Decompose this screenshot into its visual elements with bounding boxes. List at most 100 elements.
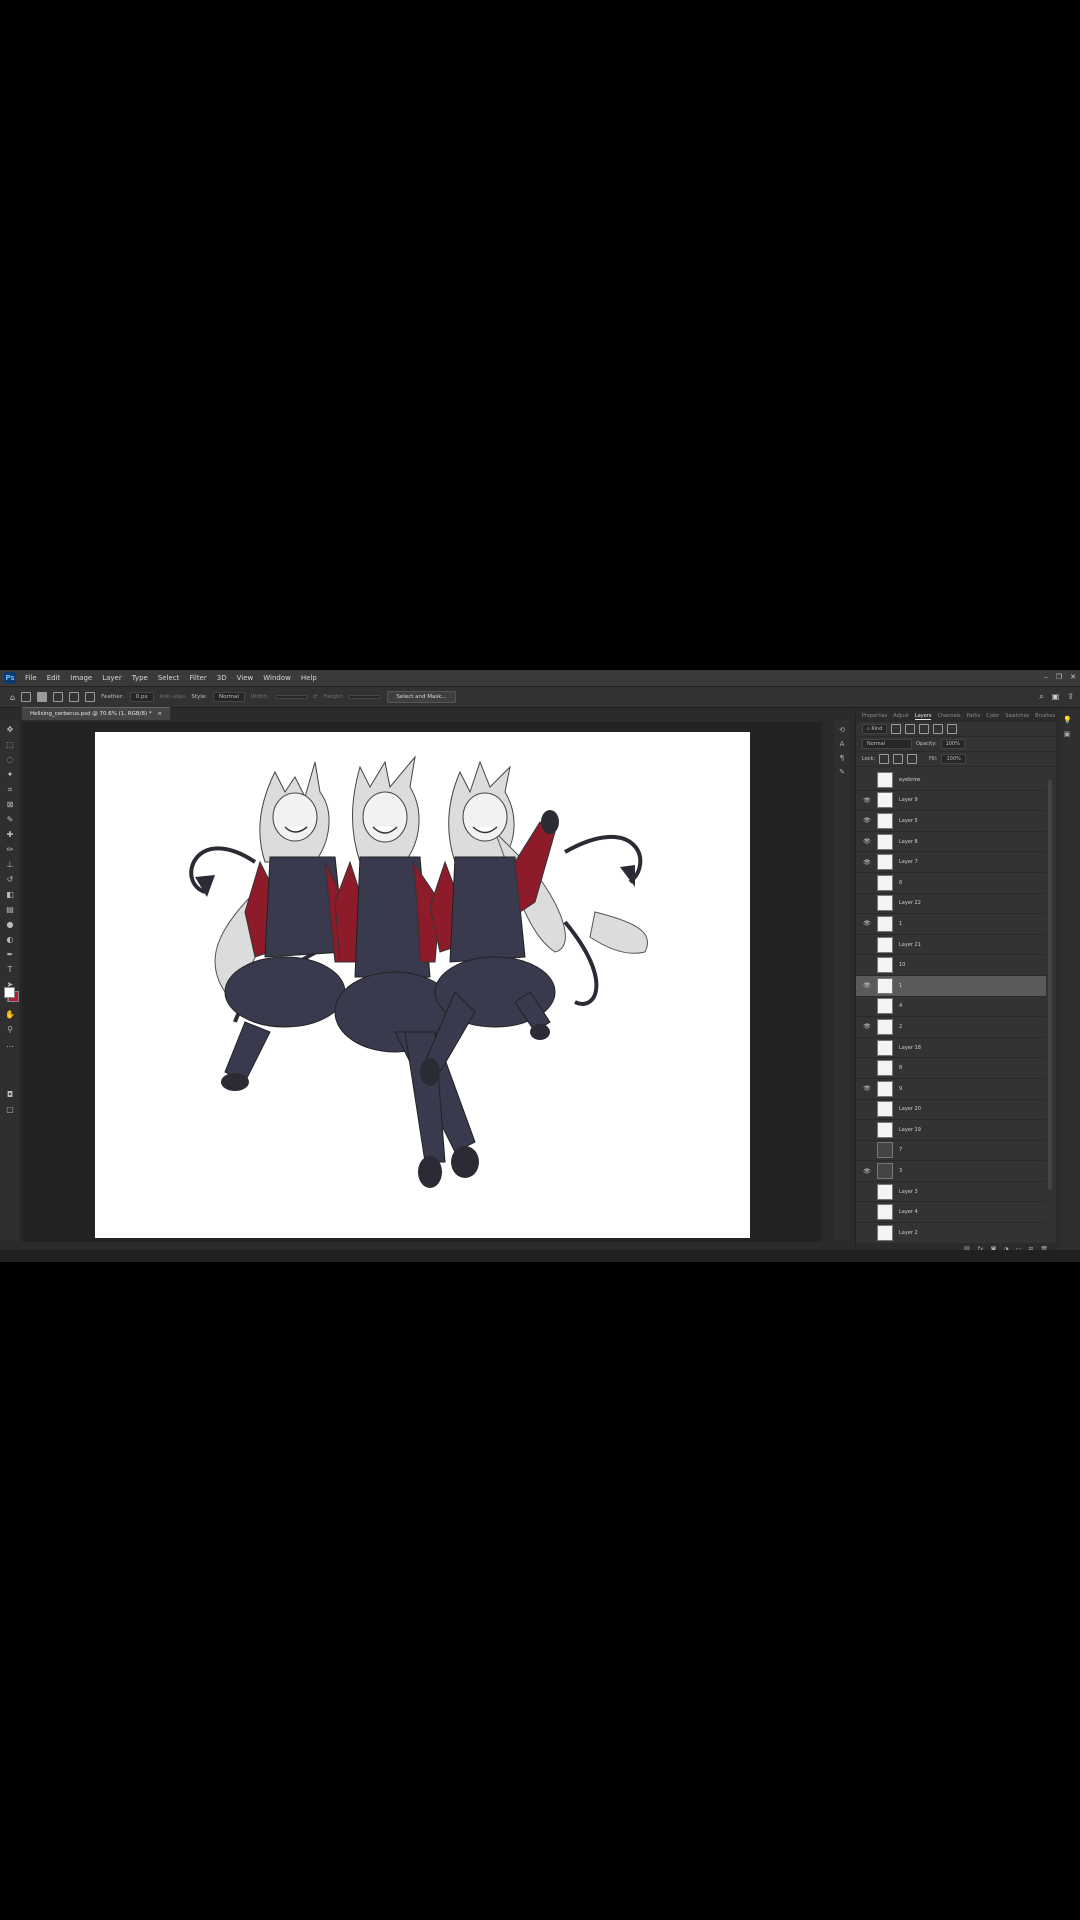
document-canvas[interactable] [95,732,750,1238]
menu-select[interactable]: Select [153,674,185,682]
intersect-selection-icon[interactable] [85,692,96,702]
type-tool-icon[interactable]: T [5,965,15,975]
select-and-mask-button[interactable]: Select and Mask... [387,691,456,703]
brush-settings-icon[interactable]: ✎ [838,768,846,776]
history-panel-icon[interactable]: ⟲ [838,726,846,734]
lock-all-icon[interactable] [907,754,918,764]
dodge-tool-icon[interactable]: ◐ [5,935,15,945]
menu-type[interactable]: Type [127,674,153,682]
layer-row[interactable]: Layer 19 [856,1120,1046,1141]
layer-row[interactable]: 👁 9 [856,1079,1046,1100]
zoom-tool-icon[interactable]: ⚲ [5,1025,15,1035]
smart-object-filter-icon[interactable] [947,724,958,734]
visibility-eye-icon[interactable]: 👁 [862,1085,872,1092]
magic-wand-icon[interactable]: ✦ [5,770,15,780]
screen-mode-icon[interactable]: ▢ [5,1105,15,1115]
eraser-tool-icon[interactable]: ◧ [5,890,15,900]
workspace-icon[interactable]: ▣ [1052,692,1060,702]
lasso-tool-icon[interactable]: ◌ [5,755,15,765]
layer-row[interactable]: Layer 20 [856,1100,1046,1121]
tab-brushes[interactable]: Brushes [1035,713,1055,719]
blur-tool-icon[interactable]: ● [5,920,15,930]
history-brush-icon[interactable]: ↺ [5,875,15,885]
minimize-icon[interactable]: – [1044,673,1048,681]
layer-row[interactable]: 👁 Layer 8 [856,832,1046,853]
shape-filter-icon[interactable] [933,724,944,734]
visibility-eye-icon[interactable]: 👁 [862,982,872,989]
home-icon[interactable]: ⌂ [10,693,15,702]
visibility-eye-icon[interactable]: 👁 [862,859,872,866]
menu-help[interactable]: Help [296,674,322,682]
close-icon[interactable]: ✕ [1070,673,1076,681]
menu-filter[interactable]: Filter [184,674,211,682]
visibility-eye-icon[interactable]: 👁 [862,1168,872,1175]
tab-paths[interactable]: Paths [967,713,981,719]
layer-row[interactable]: 4 [856,997,1046,1018]
layer-row[interactable]: Layer 22 [856,894,1046,915]
tab-adjust[interactable]: Adjust [893,713,909,719]
hand-tool-icon[interactable]: ✋ [5,1010,15,1020]
foreground-color-swatch[interactable] [4,987,15,998]
paragraph-panel-icon[interactable]: ¶ [838,754,846,762]
adjustment-filter-icon[interactable] [905,724,916,734]
width-input[interactable] [274,695,307,699]
layer-row[interactable]: 👁 Layer 9 [856,791,1046,812]
libraries-icon[interactable]: ▣ [1063,730,1071,738]
crop-tool-icon[interactable]: ⌗ [5,785,15,795]
tab-color[interactable]: Color [986,713,999,719]
lock-position-icon[interactable] [893,754,904,764]
layer-row[interactable]: 8 [856,1058,1046,1079]
visibility-eye-icon[interactable]: 👁 [862,920,872,927]
tab-layers[interactable]: Layers [914,713,932,720]
opacity-input[interactable]: 100% [940,739,965,749]
visibility-eye-icon[interactable]: 👁 [862,1023,872,1030]
menu-image[interactable]: Image [65,674,97,682]
learn-icon[interactable]: 💡 [1063,716,1072,724]
search-icon[interactable]: ⌕ [1039,692,1043,702]
feather-input[interactable]: 0 px [129,692,154,702]
menu-window[interactable]: Window [258,674,296,682]
layer-row[interactable]: Layer 18 [856,1038,1046,1059]
type-filter-icon[interactable] [919,724,930,734]
menu-3d[interactable]: 3D [212,674,232,682]
layer-row[interactable]: 👁 3 [856,1161,1046,1182]
layer-row[interactable]: 7 [856,1141,1046,1162]
eyedropper-icon[interactable]: ✎ [5,815,15,825]
tab-channels[interactable]: Channels [937,713,960,719]
kind-filter-select[interactable]: ⌕ Kind [862,724,888,734]
marquee-tool-preset-icon[interactable] [21,692,32,702]
visibility-eye-icon[interactable]: 👁 [862,838,872,845]
layer-row[interactable]: Layer 21 [856,935,1046,956]
layers-scrollbar[interactable] [1048,780,1052,1190]
subtract-selection-icon[interactable] [69,692,80,702]
tab-properties[interactable]: Properties [862,713,887,719]
move-tool-icon[interactable]: ✥ [5,725,15,735]
more-tools-icon[interactable]: … [5,1040,15,1050]
brush-tool-icon[interactable]: ✏ [5,845,15,855]
quick-mask-icon[interactable]: ◘ [5,1090,15,1100]
layer-row[interactable]: eyebrow [856,770,1046,791]
frame-tool-icon[interactable]: ⊠ [5,800,15,810]
layer-row[interactable]: 👁 1 [856,914,1046,935]
layer-row[interactable]: 6 [856,873,1046,894]
fill-input[interactable]: 100% [941,754,966,764]
menu-layer[interactable]: Layer [97,674,127,682]
layer-row[interactable]: Layer 3 [856,1182,1046,1203]
visibility-eye-icon[interactable]: 👁 [862,817,872,824]
marquee-tool-icon[interactable]: ⬚ [5,740,15,750]
layer-row[interactable]: Layer 2 [856,1223,1046,1244]
share-icon[interactable]: ⇪ [1067,692,1074,702]
antialias-checkbox[interactable]: Anti-alias [160,694,186,700]
layer-row[interactable]: 👁 Layer 7 [856,852,1046,873]
pen-tool-icon[interactable]: ✒ [5,950,15,960]
stamp-tool-icon[interactable]: ⊥ [5,860,15,870]
tab-swatches[interactable]: Swatches [1005,713,1029,719]
layer-row[interactable]: 10 [856,955,1046,976]
new-selection-icon[interactable] [37,692,48,702]
swap-icon[interactable]: ⇄ [313,694,318,700]
document-tab[interactable]: Hellsing_cerberus.psd @ 70.6% (1, RGB/8)… [22,707,171,720]
visibility-eye-icon[interactable]: 👁 [862,797,872,804]
lock-pixels-icon[interactable] [879,754,890,764]
menu-view[interactable]: View [232,674,259,682]
healing-brush-icon[interactable]: ✚ [5,830,15,840]
